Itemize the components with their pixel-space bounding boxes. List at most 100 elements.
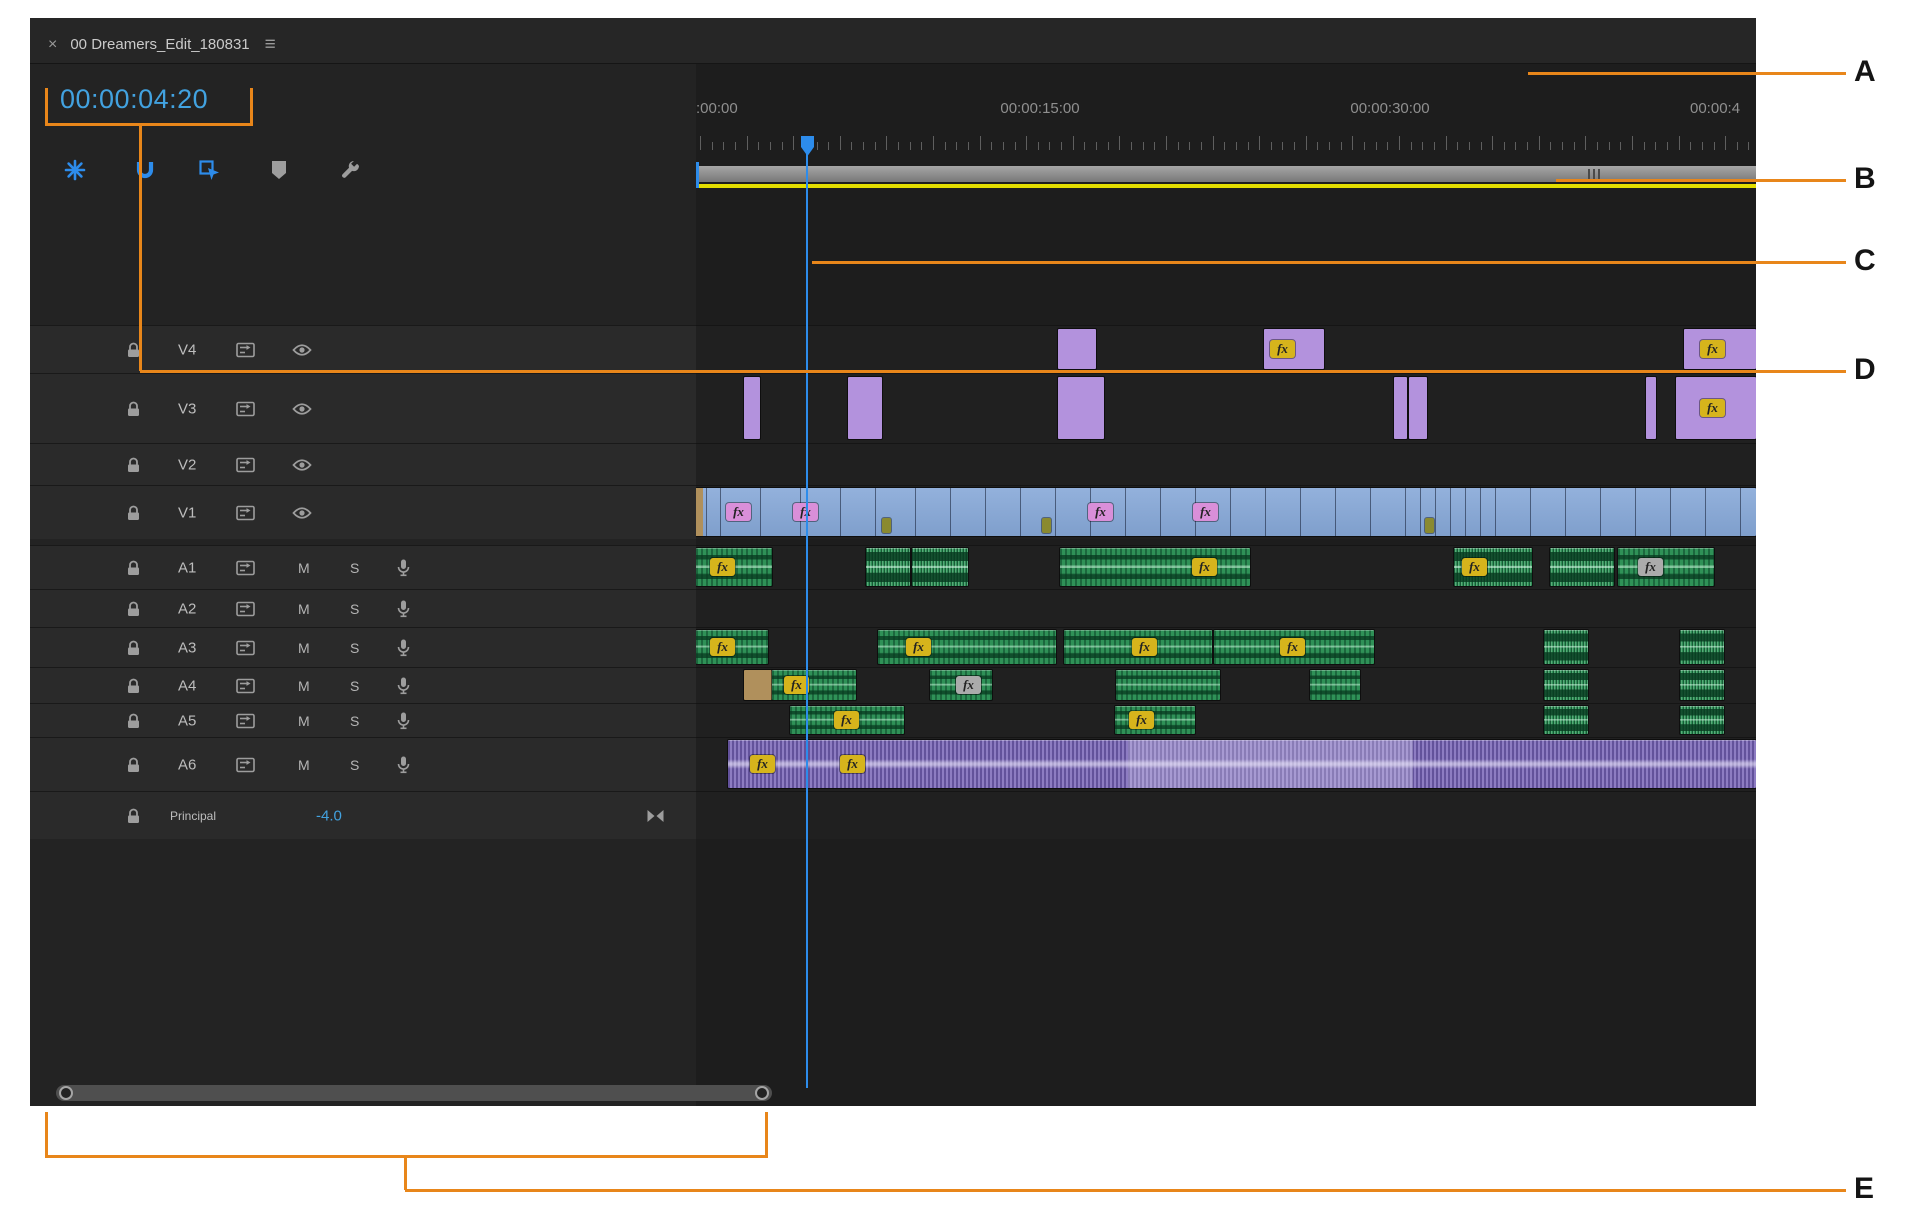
track-name[interactable]: V2 [178, 456, 196, 473]
fx-badge[interactable]: fx [750, 755, 775, 773]
eye-icon[interactable] [292, 506, 312, 520]
current-time-display[interactable]: 00:00:04:20 [60, 84, 208, 115]
track-name[interactable]: A1 [178, 559, 196, 576]
fx-badge[interactable]: fx [1132, 638, 1157, 656]
solo-button[interactable]: S [350, 601, 359, 617]
fx-badge[interactable]: fx [1129, 711, 1154, 729]
timeline-clip[interactable]: fx [772, 670, 856, 700]
timeline-clip[interactable] [1544, 706, 1588, 734]
lock-icon[interactable] [126, 807, 141, 824]
add-marker-icon[interactable] [268, 158, 292, 182]
timeline-clip[interactable] [848, 377, 882, 439]
fx-badge[interactable]: fx [1088, 503, 1113, 521]
mute-button[interactable]: M [298, 757, 310, 773]
sync-lock-icon[interactable] [236, 713, 255, 728]
pan-icon[interactable] [646, 808, 665, 823]
track-name[interactable]: A3 [178, 639, 196, 656]
fx-badge[interactable]: fx [906, 638, 931, 656]
solo-button[interactable]: S [350, 560, 359, 576]
sync-lock-icon[interactable] [236, 342, 255, 357]
sync-lock-icon[interactable] [236, 401, 255, 416]
timeline-clip[interactable]: fx [1454, 548, 1532, 586]
sync-lock-icon[interactable] [236, 678, 255, 693]
mic-icon[interactable] [396, 638, 411, 657]
mute-button[interactable]: M [298, 678, 310, 694]
scrollbar-thumb[interactable] [56, 1085, 772, 1101]
solo-button[interactable]: S [350, 757, 359, 773]
timeline-clip[interactable] [1646, 377, 1656, 439]
sync-lock-icon[interactable] [236, 757, 255, 772]
mic-icon[interactable] [396, 676, 411, 695]
timeline-clip[interactable] [912, 548, 968, 586]
clip-v1-sequence[interactable]: fxfxfxfx [696, 488, 1756, 536]
eye-icon[interactable] [292, 343, 312, 357]
fx-badge[interactable]: fx [726, 503, 751, 521]
fx-badge[interactable]: fx [1270, 340, 1295, 358]
fx-badge[interactable]: fx [840, 755, 865, 773]
mute-button[interactable]: M [298, 640, 310, 656]
track-name[interactable]: V4 [178, 341, 196, 358]
fx-badge[interactable]: fx [1462, 558, 1487, 576]
timeline-clip[interactable] [1409, 377, 1427, 439]
timeline-clip[interactable]: fx [1618, 548, 1714, 586]
timeline-clip[interactable]: fx [1064, 630, 1212, 664]
scrollbar-handle-right[interactable] [755, 1086, 769, 1100]
track-name[interactable]: A4 [178, 677, 196, 694]
track-name[interactable]: A6 [178, 756, 196, 773]
mute-button[interactable]: M [298, 713, 310, 729]
track-name[interactable]: Principal [170, 809, 216, 823]
timeline-clip[interactable]: fx [696, 548, 772, 586]
eye-icon[interactable] [292, 458, 312, 472]
snap-icon[interactable] [133, 158, 157, 182]
timeline-settings-icon[interactable] [338, 158, 362, 182]
mic-icon[interactable] [396, 558, 411, 577]
timeline-clip[interactable]: fx [1214, 630, 1374, 664]
playhead-line[interactable] [806, 154, 808, 1088]
panel-tab-title[interactable]: 00 Dreamers_Edit_180831 [70, 36, 249, 53]
fx-badge[interactable]: fx [710, 558, 735, 576]
track-name[interactable]: V3 [178, 400, 196, 417]
timeline-clip[interactable] [1680, 630, 1724, 664]
mute-button[interactable]: M [298, 601, 310, 617]
lock-icon[interactable] [126, 600, 141, 617]
clip-marker[interactable] [1425, 518, 1434, 533]
lock-icon[interactable] [126, 639, 141, 656]
lock-icon[interactable] [126, 504, 141, 521]
lock-icon[interactable] [126, 677, 141, 694]
fx-badge[interactable]: fx [1700, 340, 1725, 358]
timeline-clip[interactable] [744, 377, 760, 439]
timeline-clip[interactable]: fx [930, 670, 992, 700]
lock-icon[interactable] [126, 341, 141, 358]
timeline-clip[interactable] [1058, 329, 1096, 369]
clip-marker[interactable] [882, 518, 891, 533]
timeline-clip[interactable]: fx [878, 630, 1056, 664]
fx-badge[interactable]: fx [1638, 558, 1663, 576]
lock-icon[interactable] [126, 712, 141, 729]
lock-icon[interactable] [126, 559, 141, 576]
sync-lock-icon[interactable] [236, 640, 255, 655]
fx-badge[interactable]: fx [1280, 638, 1305, 656]
timeline-clip[interactable]: fx [1264, 329, 1324, 369]
timeline-clip[interactable] [1394, 377, 1407, 439]
close-icon[interactable]: × [48, 36, 57, 54]
timeline-clip[interactable] [1680, 706, 1724, 734]
sync-lock-icon[interactable] [236, 560, 255, 575]
sync-lock-icon[interactable] [236, 457, 255, 472]
master-level[interactable]: -4.0 [316, 807, 342, 824]
timeline-clip[interactable]: fx [696, 630, 768, 664]
solo-button[interactable]: S [350, 713, 359, 729]
timeline-clip[interactable]: fx [1676, 377, 1756, 439]
timeline-clip[interactable]: fx [1060, 548, 1250, 586]
mute-button[interactable]: M [298, 560, 310, 576]
sync-lock-icon[interactable] [236, 505, 255, 520]
horizontal-scrollbar[interactable] [30, 1084, 1756, 1102]
timeline-clip[interactable]: fx [1115, 706, 1195, 734]
work-area-grip-icon[interactable] [1588, 169, 1603, 179]
timeline-clip[interactable] [1116, 670, 1220, 700]
sync-lock-icon[interactable] [236, 601, 255, 616]
track-name[interactable]: A2 [178, 600, 196, 617]
fx-badge[interactable]: fx [956, 676, 981, 694]
fx-badge[interactable]: fx [1700, 399, 1725, 417]
eye-icon[interactable] [292, 402, 312, 416]
scrollbar-handle-left[interactable] [59, 1086, 73, 1100]
